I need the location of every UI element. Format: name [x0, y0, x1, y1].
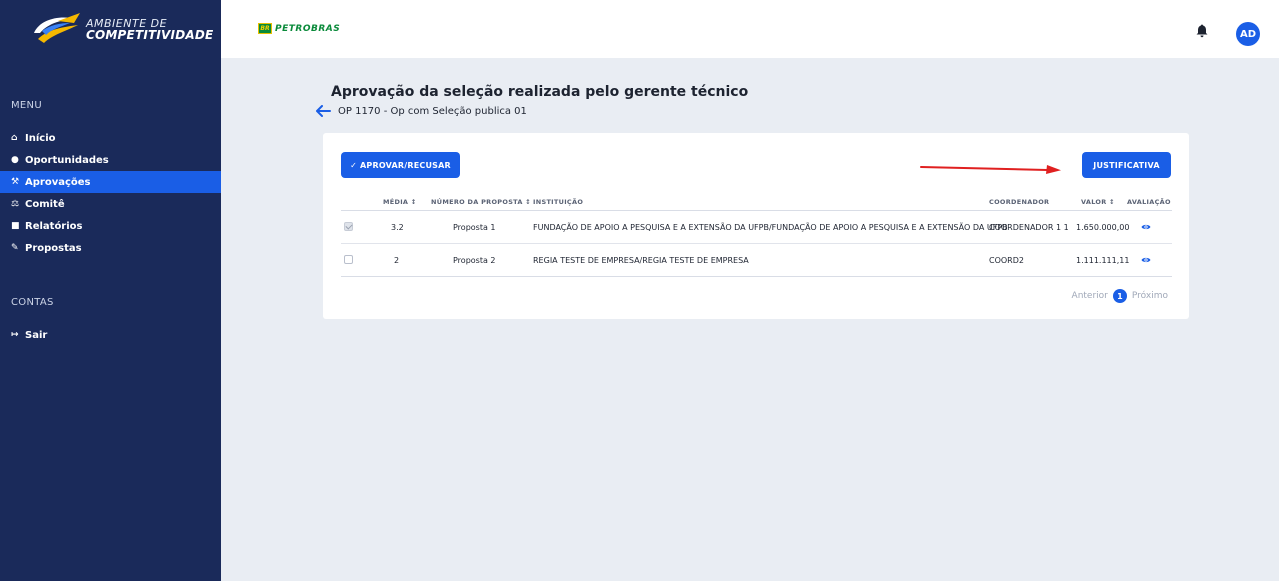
pagination-page-current[interactable]: 1 [1112, 289, 1127, 303]
top-bar: BR PETROBRAS AD [221, 0, 1279, 58]
scale-icon: ⚖ [11, 199, 20, 209]
sidebar-item-label: Aprovações [25, 176, 91, 188]
cell-numero: Proposta 2 [453, 256, 496, 265]
justification-button[interactable]: JUSTIFICATIVA [1082, 152, 1171, 178]
sidebar-item-relatorios[interactable]: ■ Relatórios [0, 215, 221, 237]
table-row: 2 Proposta 2 REGIA TESTE DE EMPRESA/REGI… [341, 244, 1172, 277]
cell-valor: 1.111.111,11 [1076, 256, 1130, 265]
pagination-next[interactable]: Próximo [1132, 291, 1168, 301]
competitividade-logo-icon [34, 13, 80, 43]
brand-line2: COMPETITIVIDADE [86, 27, 214, 42]
sidebar-item-label: Relatórios [25, 220, 83, 232]
cell-numero: Proposta 1 [453, 223, 496, 232]
sidebar-item-label: Oportunidades [25, 154, 109, 166]
sidebar: AMBIENTE DE COMPETITIVIDADE MENU ⌂ Iníci… [0, 0, 221, 581]
table-header: MÉDIA ↕ NÚMERO DA PROPOSTA ↕ INSTITUIÇÃO… [341, 193, 1172, 211]
cell-instituicao: REGIA TESTE DE EMPRESA/REGIA TESTE DE EM… [533, 256, 749, 265]
approve-reject-button[interactable]: ✓ APROVAR/RECUSAR [341, 152, 460, 178]
file-signature-icon: ✎ [11, 243, 19, 253]
breadcrumb: OP 1170 - Op com Seleção publica 01 [315, 105, 527, 117]
cell-media: 2 [394, 256, 400, 265]
proposals-card: ✓ APROVAR/RECUSAR JUSTIFICATIVA MÉDIA ↕ … [323, 133, 1189, 319]
file-icon: ■ [11, 221, 20, 231]
cell-instituicao: FUNDAÇÃO DE APOIO A PESQUISA E A EXTENSÃ… [533, 223, 1008, 232]
pagination-prev[interactable]: Anterior [1072, 291, 1108, 301]
cell-media: 3.2 [391, 223, 404, 232]
column-numero-proposta[interactable]: NÚMERO DA PROPOSTA ↕ [431, 198, 531, 206]
sidebar-item-aprovacoes[interactable]: ⚒ Aprovações [0, 171, 221, 193]
sidebar-item-comite[interactable]: ⚖ Comitê [0, 193, 221, 215]
eye-icon[interactable] [1141, 223, 1151, 231]
row-checkbox[interactable] [344, 222, 353, 231]
petrobras-br-icon: BR [258, 23, 272, 34]
sidebar-item-label: Comitê [25, 198, 65, 210]
sidebar-item-inicio[interactable]: ⌂ Início [0, 127, 221, 149]
petrobras-wordmark: PETROBRAS [275, 23, 341, 34]
sidebar-item-oportunidades[interactable]: ● Oportunidades [0, 149, 221, 171]
contas-section-label: CONTAS [11, 297, 54, 308]
sign-out-icon: ↦ [11, 330, 19, 340]
cell-coordenador: COORDENADOR 1 1 [989, 223, 1069, 232]
home-icon: ⌂ [11, 133, 18, 143]
column-media[interactable]: MÉDIA ↕ [383, 198, 417, 206]
table-row: 3.2 Proposta 1 FUNDAÇÃO DE APOIO A PESQU… [341, 211, 1172, 244]
bell-icon[interactable] [1196, 24, 1208, 38]
petrobras-logo: BR PETROBRAS [258, 23, 340, 34]
sidebar-item-label: Sair [25, 329, 48, 341]
column-coordenador: COORDENADOR [989, 198, 1050, 206]
cell-valor: 1.650.000,00 [1076, 223, 1130, 232]
row-checkbox[interactable] [344, 255, 353, 264]
column-avaliacao: AVALIAÇÃO [1127, 198, 1171, 206]
column-instituicao: INSTITUIÇÃO [533, 198, 584, 206]
annotation-arrow-icon [920, 165, 1061, 174]
brand-logo[interactable]: AMBIENTE DE COMPETITIVIDADE [0, 0, 221, 58]
brand-line1: AMBIENTE DE [86, 16, 168, 30]
gavel-icon: ⚒ [11, 177, 20, 187]
sidebar-item-sair[interactable]: ↦ Sair [0, 324, 221, 346]
breadcrumb-label: OP 1170 - Op com Seleção publica 01 [338, 105, 527, 117]
user-avatar[interactable]: AD [1236, 22, 1260, 46]
eye-icon[interactable] [1141, 256, 1151, 264]
sidebar-item-label: Propostas [25, 242, 82, 254]
arrow-left-icon[interactable] [315, 105, 331, 117]
column-valor[interactable]: VALOR ↕ [1081, 198, 1115, 206]
cell-coordenador: COORD2 [989, 256, 1024, 265]
menu-section-label: MENU [11, 100, 42, 111]
sidebar-nav: ⌂ Início ● Oportunidades ⚒ Aprovações ⚖ … [0, 127, 221, 259]
sidebar-item-label: Início [25, 132, 56, 144]
proposals-table: MÉDIA ↕ NÚMERO DA PROPOSTA ↕ INSTITUIÇÃO… [341, 193, 1172, 277]
page-title: Aprovação da seleção realizada pelo gere… [331, 84, 749, 100]
pagination: Anterior 1 Próximo [1072, 289, 1168, 303]
lightbulb-icon: ● [11, 155, 19, 165]
sidebar-item-propostas[interactable]: ✎ Propostas [0, 237, 221, 259]
